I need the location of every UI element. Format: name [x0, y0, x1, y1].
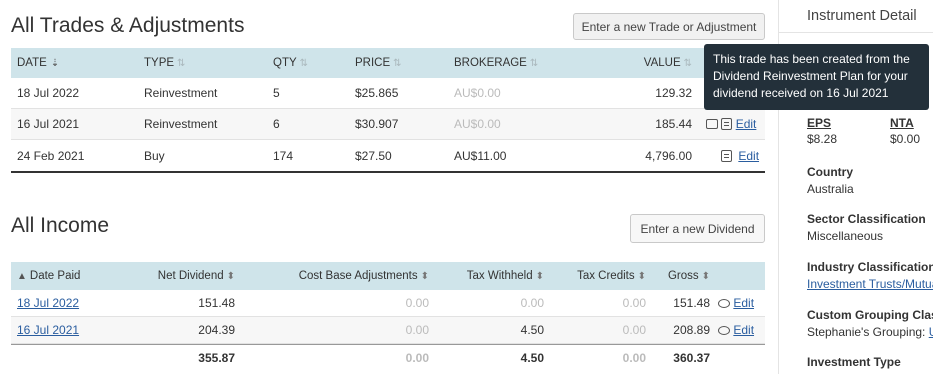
col-price[interactable]: PRICE ⇅ [349, 57, 448, 69]
comment-icon[interactable] [718, 299, 730, 308]
edit-trade-link[interactable]: Edit [736, 117, 757, 131]
totals-row: 355.87 0.00 4.50 0.00 360.37 [198, 351, 710, 365]
col-date[interactable]: DATE ⇣ [11, 57, 138, 69]
custom-grouping-label: Custom Grouping Clas [807, 308, 933, 322]
income-header: ▲︎ Date Paid Net Dividend ⬍ Cost Base Adju… [11, 262, 765, 290]
sort-icon: ⇅ [177, 58, 186, 69]
table-row: 16 Jul 2021 Reinvestment 6 $30.907 AU$0.… [11, 109, 765, 140]
sector-value: Miscellaneous [807, 229, 884, 243]
investment-type-label: Investment Type [807, 355, 901, 369]
table-row: 18 Jul 2022 151.48 0.00 0.00 0.00 151.48… [11, 290, 765, 317]
sort-desc-icon: ⇣ [50, 58, 60, 69]
nta-value: $0.00 [890, 132, 921, 146]
date-paid-link[interactable]: 18 Jul 2022 [17, 296, 79, 310]
trades-header: DATE ⇣ TYPE ⇅ QTY ⇅ PRICE ⇅ BROKERAGE ⇅ VALUE… [11, 48, 765, 78]
sort-icon: ⬍ [420, 271, 429, 282]
new-dividend-button[interactable]: Enter a new Dividend [630, 214, 765, 243]
sort-icon: ⇅ [529, 58, 539, 69]
sort-icon: ⬍ [637, 271, 646, 282]
sort-icon: ⇅ [393, 58, 402, 69]
nta-label: NTA [890, 116, 914, 130]
custom-grouping-value: Stephanie's Grouping: U [807, 325, 933, 339]
drp-tooltip: This trade has been created from the Div… [704, 44, 929, 110]
col-qty[interactable]: QTY ⇅ [267, 57, 349, 69]
edit-income-link[interactable]: Edit [733, 323, 754, 337]
trades-table: DATE ⇣ TYPE ⇅ QTY ⇅ PRICE ⇅ BROKERAGE ⇅ VALUE… [11, 48, 765, 173]
sort-icon: ⬍ [535, 271, 544, 282]
col-cost-base[interactable]: Cost Base Adjustments ⬍ [241, 270, 435, 282]
sidebar-title: Instrument Detail [779, 0, 933, 33]
col-date-paid[interactable]: ▲︎ Date Paid [11, 270, 108, 282]
industry-link[interactable]: Investment Trusts/Mutua [807, 277, 933, 291]
clipboard-icon[interactable] [721, 118, 733, 130]
col-type[interactable]: TYPE ⇅ [138, 57, 267, 69]
edit-income-link[interactable]: Edit [733, 296, 754, 310]
comment-icon[interactable] [718, 326, 730, 335]
income-table: ▲︎ Date Paid Net Dividend ⬍ Cost Base Adju… [11, 262, 765, 371]
col-gross[interactable]: Gross ⬍ [652, 270, 716, 282]
trades-title: All Trades & Adjustments [11, 14, 245, 37]
col-net-dividend[interactable]: Net Dividend ⬍ [108, 270, 241, 282]
country-value: Australia [807, 182, 854, 196]
main-content: All Trades & Adjustments Enter a new Tra… [0, 0, 778, 374]
table-row: 18 Jul 2022 Reinvestment 5 $25.865 AU$0.… [11, 78, 765, 109]
income-title: All Income [11, 214, 110, 237]
country-label: Country [807, 165, 853, 179]
date-paid-link[interactable]: 16 Jul 2021 [17, 323, 79, 337]
custom-grouping-link[interactable]: U [929, 325, 933, 339]
table-bottom-rule [11, 171, 765, 173]
sort-icon: ⬍ [226, 271, 235, 282]
eps-label: EPS [807, 116, 832, 130]
eps-value: $8.28 [807, 132, 838, 146]
edit-trade-link[interactable]: Edit [738, 149, 759, 163]
new-trade-button[interactable]: Enter a new Trade or Adjustment [573, 13, 765, 40]
industry-label: Industry Classification [807, 260, 933, 274]
table-row: 24 Feb 2021 Buy 174 $27.50 AU$11.00 4,79… [17, 148, 760, 163]
col-value[interactable]: VALUE ⇅ [593, 57, 698, 69]
clipboard-icon[interactable] [721, 149, 732, 162]
sort-icon: ⇅ [299, 58, 309, 69]
col-brokerage[interactable]: BROKERAGE ⇅ [448, 57, 593, 69]
sort-icon: ⬍ [701, 271, 710, 282]
comment-icon[interactable] [706, 119, 718, 129]
sort-icon: ▲︎ [17, 271, 27, 282]
col-tax-withheld[interactable]: Tax Withheld ⬍ [435, 270, 550, 282]
sort-icon: ⇅ [683, 58, 692, 69]
sector-label: Sector Classification [807, 212, 926, 226]
table-row: 16 Jul 2021 204.39 0.00 4.50 0.00 208.89… [11, 317, 765, 344]
col-tax-credits[interactable]: Tax Credits ⬍ [550, 270, 652, 282]
